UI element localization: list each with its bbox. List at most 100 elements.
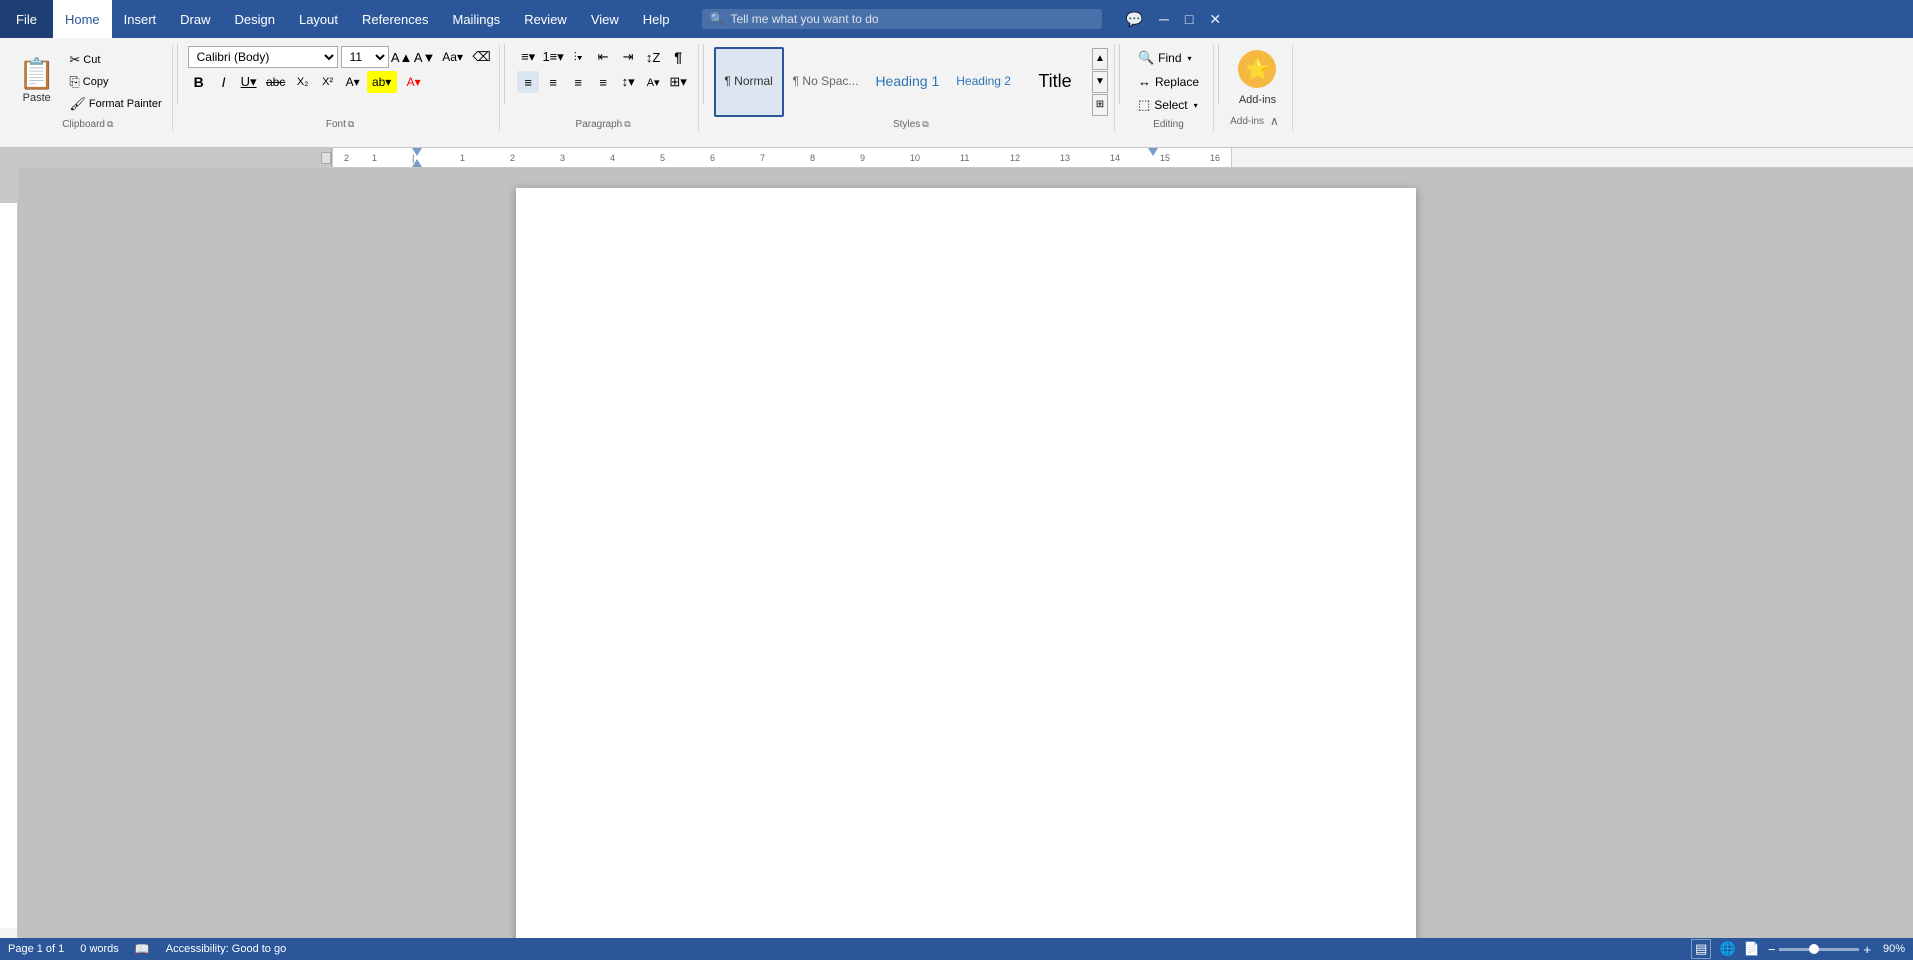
font-shrink-button[interactable]: A▼ <box>415 47 435 67</box>
menu-references[interactable]: References <box>350 0 440 38</box>
style-h1-preview: Heading 1 <box>875 72 939 92</box>
show-marks-button[interactable]: ¶ <box>667 46 689 68</box>
styles-gallery: ¶ Normal ¶ No Spac... Heading 1 <box>714 47 1090 117</box>
subscript-button[interactable]: X₂ <box>292 71 314 93</box>
numbering-button[interactable]: 1≡▾ <box>542 46 564 68</box>
menu-home[interactable]: Home <box>53 0 112 38</box>
menu-mailings[interactable]: Mailings <box>441 0 513 38</box>
word-count: 0 words <box>80 943 119 955</box>
styles-scroll-down[interactable]: ▼ <box>1092 71 1108 93</box>
divider-4 <box>1119 44 1120 104</box>
justify-button[interactable]: ≡ <box>592 71 614 93</box>
menu-draw[interactable]: Draw <box>168 0 222 38</box>
underline-button[interactable]: U▾ <box>238 71 260 93</box>
ruler-first-line[interactable] <box>412 159 422 167</box>
search-bar[interactable]: 🔍 Tell me what you want to do <box>702 9 1102 29</box>
bullets-button[interactable]: ≡▾ <box>517 46 539 68</box>
highlight-color-button[interactable]: ab▾ <box>367 71 397 93</box>
select-dropdown-icon: ▾ <box>1194 101 1198 110</box>
ribbon-collapse-button[interactable]: ∧ <box>1264 112 1285 130</box>
zoom-out-button[interactable]: − <box>1768 942 1776 957</box>
select-icon: ⬚ <box>1138 97 1150 113</box>
center-button[interactable]: ≡ <box>542 71 564 93</box>
zoom-in-button[interactable]: + <box>1863 942 1871 957</box>
format-painter-button[interactable]: 🖌 Format Painter <box>65 94 165 114</box>
zoom-percentage[interactable]: 90% <box>1875 943 1905 955</box>
search-icon: 🔍 <box>710 12 725 26</box>
web-layout-icon[interactable]: 🌐 <box>1719 941 1735 957</box>
style-normal[interactable]: ¶ Normal <box>714 47 784 117</box>
divider-2 <box>504 44 505 104</box>
menu-file[interactable]: File <box>0 0 53 38</box>
font-color-button[interactable]: A▾ <box>400 71 428 93</box>
document-scroll-area[interactable] <box>18 168 1913 938</box>
format-painter-icon: 🖌 <box>69 96 86 112</box>
ruler-tab-button[interactable] <box>321 152 331 164</box>
align-left-button[interactable]: ≡ <box>517 71 539 93</box>
print-layout-icon[interactable]: ▤ <box>1691 939 1711 959</box>
align-right-button[interactable]: ≡ <box>567 71 589 93</box>
font-top-row: Calibri (Body) 11 A▲ A▼ Aa▾ ⌫ <box>188 46 493 68</box>
font-bottom-row: B I U▾ abc X₂ X² A▾ ab▾ A▾ <box>188 71 428 93</box>
copy-button[interactable]: ⎘ Copy <box>65 72 165 92</box>
style-no-spacing[interactable]: ¶ No Spac... <box>785 47 867 117</box>
paste-icon: 📋 <box>18 60 55 90</box>
borders-button[interactable]: ⊞▾ <box>667 71 689 93</box>
replace-button[interactable]: ↔ Replace <box>1132 71 1205 92</box>
strikethrough-button[interactable]: abc <box>263 71 289 93</box>
font-expand-icon[interactable]: ⧉ <box>348 119 354 130</box>
paragraph-expand-icon[interactable]: ⧉ <box>624 119 630 130</box>
font-color-highlight-button[interactable]: A▾ <box>342 71 364 93</box>
status-bar: Page 1 of 1 0 words 📖 Accessibility: Goo… <box>0 938 1913 960</box>
maximize-icon[interactable]: □ <box>1181 7 1197 31</box>
proofing-icon: 📖 <box>135 942 150 956</box>
italic-button[interactable]: I <box>213 71 235 93</box>
find-button[interactable]: 🔍 Find ▾ <box>1132 47 1198 69</box>
paste-button[interactable]: 📋 Paste <box>10 56 63 108</box>
bold-button[interactable]: B <box>188 71 210 93</box>
superscript-button[interactable]: X² <box>317 71 339 93</box>
ruler-left-margin[interactable] <box>412 148 422 156</box>
close-icon[interactable]: ✕ <box>1205 7 1225 32</box>
menu-review[interactable]: Review <box>512 0 579 38</box>
clipboard-expand-icon[interactable]: ⧉ <box>107 119 113 130</box>
font-name-select[interactable]: Calibri (Body) <box>188 46 338 68</box>
styles-scroll-up[interactable]: ▲ <box>1092 48 1108 70</box>
change-case-button[interactable]: Aa▾ <box>438 46 468 68</box>
shading-button[interactable]: A▾ <box>642 71 664 93</box>
read-mode-icon[interactable]: 📄 <box>1744 941 1760 957</box>
menu-insert[interactable]: Insert <box>112 0 169 38</box>
line-spacing-button[interactable]: ↕▾ <box>617 71 639 93</box>
style-heading2[interactable]: Heading 2 <box>948 47 1019 117</box>
chat-icon[interactable]: 💬 <box>1122 7 1147 32</box>
vertical-ruler <box>0 168 18 938</box>
zoom-slider[interactable] <box>1779 948 1859 951</box>
menu-view[interactable]: View <box>579 0 631 38</box>
styles-expand-icon[interactable]: ⧉ <box>922 119 928 130</box>
ruler-right-margin[interactable] <box>1148 148 1158 156</box>
decrease-indent-button[interactable]: ⇤ <box>592 46 614 68</box>
addins-group: ⭐ Add-ins Add-ins ∧ <box>1223 44 1293 132</box>
addins-icon[interactable]: ⭐ <box>1238 50 1276 88</box>
minimize-icon[interactable]: ─ <box>1155 7 1173 31</box>
increase-indent-button[interactable]: ⇥ <box>617 46 639 68</box>
sort-button[interactable]: ↕Z <box>642 46 664 68</box>
select-button[interactable]: ⬚ Select ▾ <box>1132 94 1204 116</box>
font-size-select[interactable]: 11 <box>341 46 389 68</box>
divider-3 <box>703 44 704 104</box>
menu-design[interactable]: Design <box>223 0 287 38</box>
menu-layout[interactable]: Layout <box>287 0 350 38</box>
style-heading1[interactable]: Heading 1 <box>867 47 947 117</box>
styles-expand[interactable]: ⊞ <box>1092 94 1108 116</box>
style-h2-preview: Heading 2 <box>956 73 1011 90</box>
clear-formatting-button[interactable]: ⌫ <box>471 46 493 68</box>
divider-5 <box>1218 44 1219 104</box>
multilevel-button[interactable]: ⫶▾ <box>567 46 589 68</box>
cut-button[interactable]: ✂ Cut <box>65 50 165 70</box>
document-page[interactable] <box>516 188 1416 938</box>
menu-help[interactable]: Help <box>631 0 682 38</box>
styles-scroll-controls: ▲ ▼ ⊞ <box>1092 48 1108 116</box>
style-title[interactable]: Title <box>1020 47 1090 117</box>
editing-group: 🔍 Find ▾ ↔ Replace ⬚ Select ▾ Editing <box>1124 44 1214 132</box>
font-grow-button[interactable]: A▲ <box>392 47 412 67</box>
